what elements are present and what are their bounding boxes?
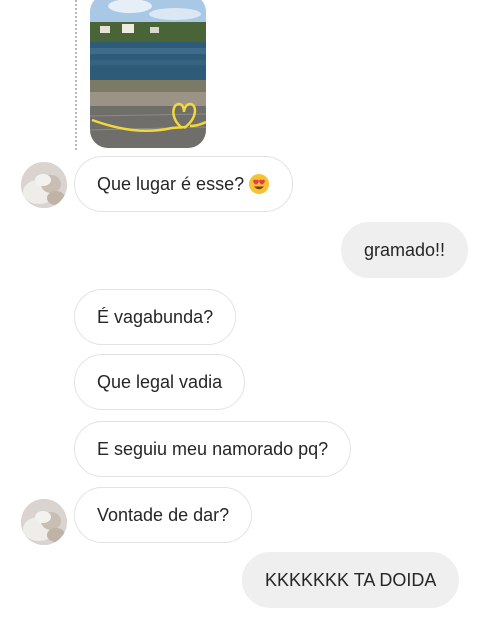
message-text: É vagabunda?: [97, 306, 214, 327]
incoming-message-bubble[interactable]: É vagabunda?: [74, 289, 237, 345]
message-text: Que legal vadia: [97, 371, 223, 392]
outgoing-message-bubble[interactable]: gramado!!: [341, 222, 469, 278]
story-thumbnail[interactable]: [90, 0, 206, 148]
message-text: gramado!!: [364, 239, 446, 260]
profile-photo-icon: [21, 499, 67, 545]
profile-photo-icon: [21, 162, 67, 208]
outgoing-message-bubble[interactable]: KKKKKKK TA DOIDA: [242, 552, 460, 608]
message-text: Que lugar é esse?: [97, 173, 245, 194]
incoming-message-bubble[interactable]: Vontade de dar?: [74, 487, 253, 543]
sender-avatar[interactable]: [21, 499, 67, 545]
story-photo-icon: [90, 0, 206, 148]
message-text: KKKKKKK TA DOIDA: [265, 569, 437, 590]
incoming-message-bubble[interactable]: Que lugar é esse?: [74, 156, 294, 212]
sender-avatar[interactable]: [21, 162, 67, 208]
message-text: E seguiu meu namorado pq?: [97, 438, 329, 459]
message-text: Vontade de dar?: [97, 504, 230, 525]
heart-eyes-emoji-icon: [248, 173, 270, 195]
incoming-message-bubble[interactable]: E seguiu meu namorado pq?: [74, 421, 352, 477]
incoming-message-bubble[interactable]: Que legal vadia: [74, 354, 246, 410]
story-reply-line: [75, 0, 77, 150]
